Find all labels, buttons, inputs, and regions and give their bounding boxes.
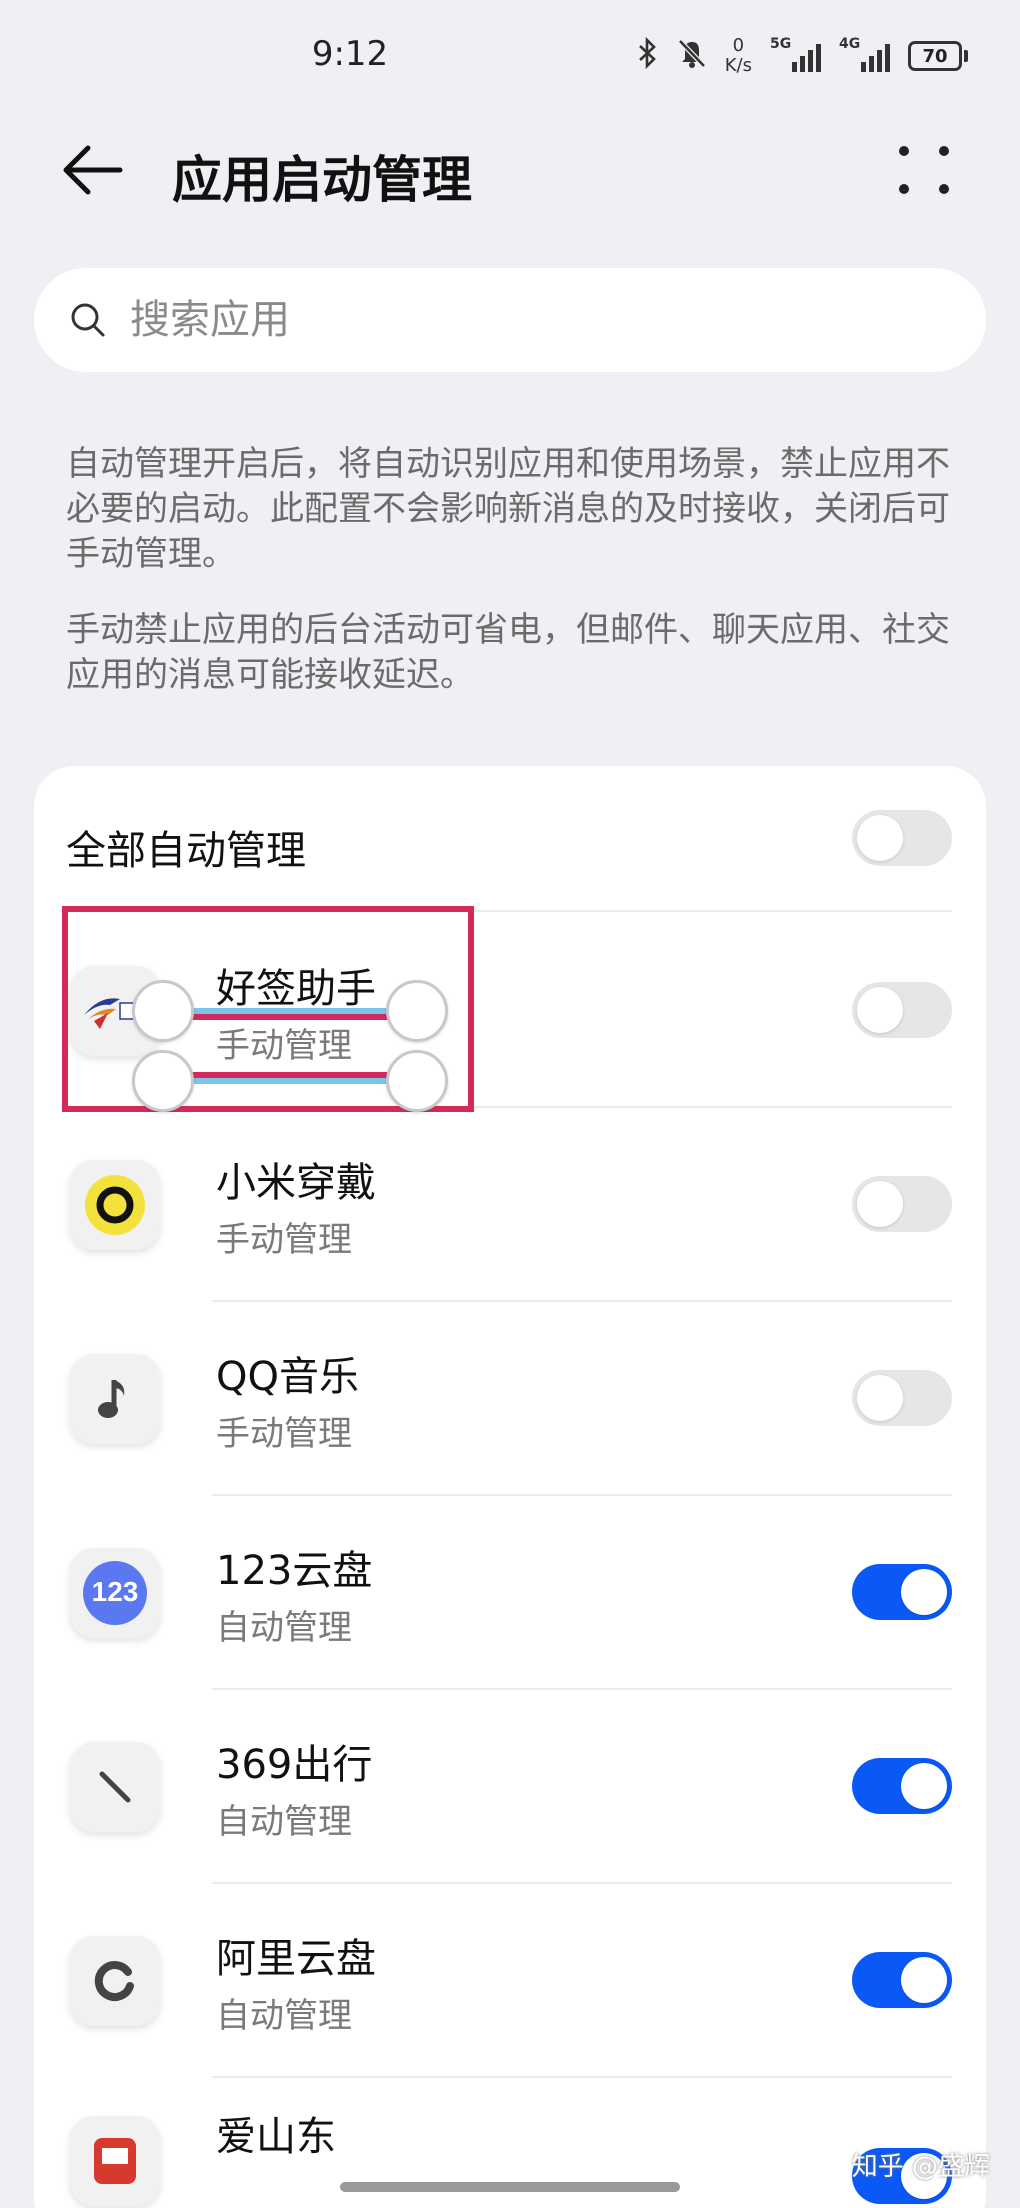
369-travel-app-icon	[70, 1742, 160, 1832]
app-toggle-mi-wear[interactable]	[852, 1176, 952, 1232]
signal-4g-icon: 4G	[839, 36, 890, 72]
network-speed: 0 K/s	[725, 36, 752, 76]
more-dots-icon	[899, 146, 909, 156]
app-row-qq-music[interactable]: QQ音乐 手动管理	[34, 1300, 986, 1494]
app-name: 爱山东	[216, 2114, 336, 2160]
back-arrow-icon	[63, 145, 123, 195]
app-name: 369出行	[216, 1742, 373, 1788]
app-mode: 手动管理	[216, 1220, 352, 1260]
app-mode: 手动管理	[216, 1026, 352, 1066]
search-input[interactable]	[130, 297, 930, 343]
app-name: 阿里云盘	[216, 1936, 376, 1982]
all-auto-manage-label: 全部自动管理	[66, 828, 306, 874]
bluetooth-icon	[637, 36, 659, 75]
home-indicator[interactable]	[340, 2182, 680, 2192]
selection-line-bottom	[165, 1078, 417, 1084]
app-toggle-ali-cloud[interactable]	[852, 1952, 952, 2008]
watermark-text: 知乎 @盛辉	[851, 2152, 990, 2182]
123-cloud-app-icon: 123	[70, 1548, 160, 1638]
ai-shandong-app-icon	[70, 2116, 160, 2206]
app-mode: 手动管理	[216, 1414, 352, 1454]
app-name: 小米穿戴	[216, 1160, 376, 1206]
all-auto-manage-row[interactable]: 全部自动管理	[34, 766, 986, 910]
network-speed-value: 0	[732, 35, 745, 56]
app-toggle-qq-music[interactable]	[852, 1370, 952, 1426]
battery-level: 70	[908, 41, 962, 71]
selection-handle-top-right[interactable]	[386, 980, 448, 1042]
app-row-123-cloud[interactable]: 123 123云盘 自动管理	[34, 1494, 986, 1688]
ali-cloud-app-icon	[70, 1936, 160, 2026]
status-icons: 0 K/s 5G 4G 70	[637, 36, 968, 76]
network-speed-unit: K/s	[724, 55, 752, 76]
app-toggle-123-cloud[interactable]	[852, 1564, 952, 1620]
123-cloud-icon-text: 123	[91, 1576, 139, 1607]
header: 应用启动管理	[0, 120, 1020, 220]
back-button[interactable]	[58, 138, 128, 202]
qq-music-app-icon	[70, 1354, 160, 1444]
mi-wear-app-icon	[70, 1160, 160, 1250]
app-row-mi-wear[interactable]: 小米穿戴 手动管理	[34, 1106, 986, 1300]
selection-handle-bottom-left[interactable]	[132, 1050, 194, 1112]
app-name: 好签助手	[216, 966, 376, 1012]
search-icon	[71, 303, 105, 337]
app-toggle-369-travel[interactable]	[852, 1758, 952, 1814]
signal-4g-tag: 4G	[839, 36, 861, 52]
description-auto-manage: 自动管理开启后，将自动识别应用和使用场景，禁止应用不必要的启动。此配置不会影响新…	[66, 444, 950, 574]
app-row-369-travel[interactable]: 369出行 自动管理	[34, 1688, 986, 1882]
more-options-button[interactable]	[896, 142, 952, 198]
selection-handle-top-left[interactable]	[132, 980, 194, 1042]
watermark: 知乎 @盛辉	[815, 2146, 990, 2183]
app-name: QQ音乐	[216, 1354, 359, 1400]
app-row-ali-cloud[interactable]: 阿里云盘 自动管理	[34, 1882, 986, 2076]
status-time: 9:12	[311, 34, 389, 74]
app-toggle-haoqian[interactable]	[852, 982, 952, 1038]
search-bar[interactable]	[34, 268, 986, 372]
app-mode: 自动管理	[216, 1996, 352, 2036]
signal-5g-icon: 5G	[770, 36, 821, 72]
page-title: 应用启动管理	[172, 151, 472, 209]
all-auto-manage-toggle[interactable]	[852, 810, 952, 866]
app-mode: 自动管理	[216, 1802, 352, 1842]
battery-icon: 70	[908, 41, 968, 71]
description-manual-manage: 手动禁止应用的后台活动可省电，但邮件、聊天应用、社交应用的消息可能接收延迟。	[66, 610, 950, 695]
app-name: 123云盘	[216, 1548, 373, 1594]
app-mode: 自动管理	[216, 1608, 352, 1648]
selection-handle-bottom-right[interactable]	[386, 1050, 448, 1112]
signal-5g-tag: 5G	[770, 36, 792, 52]
mute-bell-icon	[677, 37, 707, 75]
status-bar: 9:12 0 K/s 5G 4G 70	[0, 0, 1020, 110]
watermark-logo-icon	[815, 2149, 846, 2180]
